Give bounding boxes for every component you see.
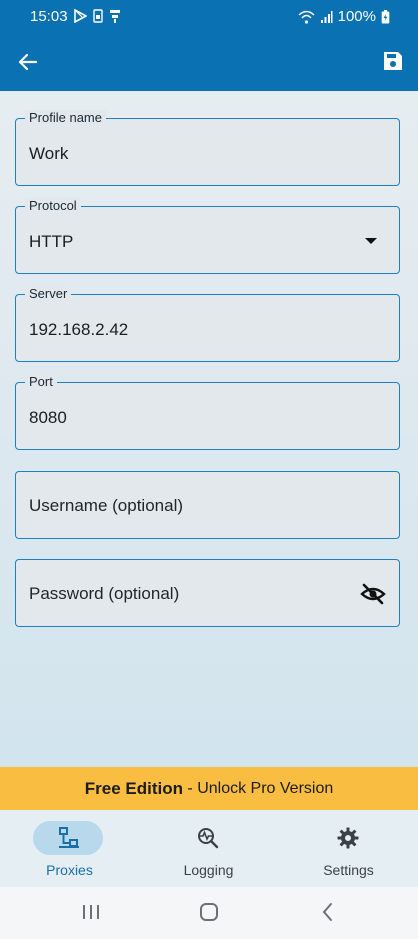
- status-left-icons: [74, 9, 121, 23]
- port-value[interactable]: 8080: [29, 408, 67, 428]
- status-right-icons: 100%: [298, 8, 390, 25]
- nav-item-logging[interactable]: Logging: [139, 810, 278, 887]
- nav-label-logging: Logging: [183, 862, 234, 878]
- username-placeholder[interactable]: Username (optional): [29, 496, 183, 516]
- profile-name-value[interactable]: Work: [29, 144, 68, 164]
- status-time: 15:03: [30, 8, 68, 25]
- server-value[interactable]: 192.168.2.42: [29, 320, 128, 340]
- server-label: Server: [25, 286, 72, 302]
- profile-name-field[interactable]: Profile name Work: [15, 110, 400, 186]
- back-nav-icon[interactable]: [318, 902, 338, 922]
- password-field[interactable]: Password (optional): [15, 559, 400, 627]
- bottom-navigation: Proxies Logging Settings: [0, 810, 418, 887]
- proxy-form: Profile name Work Protocol HTTP Server 1…: [0, 91, 418, 767]
- nav-label-settings: Settings: [323, 862, 374, 878]
- recent-apps-icon[interactable]: [81, 902, 101, 922]
- signal-icon: [320, 10, 333, 23]
- save-icon[interactable]: [381, 49, 405, 73]
- username-field[interactable]: Username (optional): [15, 471, 400, 539]
- nav-item-proxies[interactable]: Proxies: [0, 810, 139, 887]
- system-navigation-bar: [0, 887, 418, 939]
- battery-percent: 100%: [337, 8, 376, 25]
- visibility-off-icon[interactable]: [360, 582, 386, 606]
- play-store-icon: [74, 9, 87, 23]
- proxies-icon: [59, 827, 79, 848]
- pro-upgrade-banner[interactable]: Free Edition - Unlock Pro Version: [0, 767, 418, 810]
- promo-edition-label: Free Edition: [84, 778, 183, 798]
- home-icon[interactable]: [199, 902, 219, 922]
- battery-charging-icon: [381, 9, 390, 23]
- app-bar: [0, 33, 418, 91]
- server-field[interactable]: Server 192.168.2.42: [15, 286, 400, 362]
- protocol-select[interactable]: Protocol HTTP: [15, 198, 400, 274]
- nav-item-settings[interactable]: Settings: [279, 810, 418, 887]
- nav-label-proxies: Proxies: [46, 862, 93, 878]
- port-label: Port: [25, 374, 57, 390]
- logging-icon: [198, 828, 219, 849]
- promo-unlock-text: - Unlock Pro Version: [182, 779, 334, 797]
- vpn-key-icon: [110, 10, 120, 23]
- dropdown-arrow-icon[interactable]: [365, 238, 377, 244]
- protocol-label: Protocol: [25, 198, 81, 214]
- protocol-value[interactable]: HTTP: [29, 232, 73, 252]
- arrow-back-icon[interactable]: [16, 50, 40, 74]
- port-field[interactable]: Port 8080: [15, 374, 400, 450]
- password-placeholder[interactable]: Password (optional): [29, 584, 179, 604]
- sim-icon: [93, 9, 103, 23]
- gear-icon: [337, 827, 359, 849]
- wifi-icon: [298, 10, 315, 24]
- status-bar: 15:03 100%: [0, 0, 418, 33]
- profile-name-label: Profile name: [25, 110, 106, 126]
